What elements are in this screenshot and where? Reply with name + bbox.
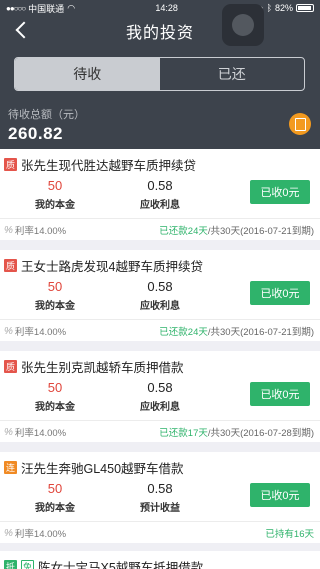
loan-title: 汪先生奔驰GL450越野车借款 [21, 462, 184, 476]
rate-icon: % [4, 325, 13, 337]
clock: 14:28 [155, 3, 178, 13]
expected-return-block: 0.58 预计收益 [138, 481, 182, 514]
mortgage-tag: 抵 [4, 560, 17, 569]
progress-term: /共30天(2016-07-21到期) [207, 226, 314, 237]
exempt-tag: 免 [21, 560, 34, 569]
loan-card[interactable]: 质 张先生现代胜达越野车质押续贷 50 我的本金 0.58 应收利息 已收0元 … [0, 149, 320, 240]
principal-value: 50 [47, 380, 63, 395]
pending-total-label: 待收总额（元） [8, 109, 85, 121]
signal-icon: ●●○○○ [6, 3, 26, 13]
tab-pending[interactable]: 待收 [15, 58, 160, 90]
interest-block: 0.58 应收利息 [138, 178, 182, 211]
battery-icon [296, 4, 314, 12]
continuous-tag: 连 [4, 461, 17, 474]
header-area: ●●○○○ 中国联通 ◠ 14:28 ◔ ᛒ 82% 我的投资 待收 已还 待收… [0, 0, 320, 149]
received-button[interactable]: 已收0元 [250, 180, 310, 204]
interest-block: 0.58 应收利息 [138, 279, 182, 312]
calculator-icon[interactable] [289, 113, 311, 135]
status-bar: ●●○○○ 中国联通 ◠ 14:28 ◔ ᛒ 82% [0, 0, 320, 16]
loan-card[interactable]: 抵 免 陈女士宝马X5越野车抵押借款 [0, 551, 320, 569]
progress-term: /共30天(2016-07-28到期) [207, 428, 314, 439]
interest-value: 0.58 [147, 380, 173, 395]
divider [0, 319, 320, 320]
pledge-tag: 质 [4, 259, 17, 272]
principal-value: 50 [47, 178, 63, 193]
principal-block: 50 我的本金 [33, 279, 77, 312]
tab-repaid[interactable]: 已还 [160, 58, 305, 90]
divider [0, 420, 320, 421]
bluetooth-icon: ᛒ [266, 3, 272, 13]
pledge-tag: 质 [4, 360, 17, 373]
interest-label: 应收利息 [140, 200, 180, 211]
interest-rate: 利率14.00% [14, 327, 67, 338]
interest-label: 应收利息 [140, 301, 180, 312]
progress-term: /共30天(2016-07-21到期) [207, 327, 314, 338]
loan-title: 陈女士宝马X5越野车抵押借款 [38, 561, 204, 569]
expected-return-label: 预计收益 [140, 503, 180, 514]
principal-label: 我的本金 [35, 301, 75, 312]
principal-value: 50 [47, 481, 63, 496]
received-button[interactable]: 已收0元 [250, 281, 310, 305]
expected-return-value: 0.58 [147, 481, 173, 496]
nav-bar: 我的投资 [0, 4, 320, 46]
divider [0, 521, 320, 522]
received-button[interactable]: 已收0元 [250, 483, 310, 507]
principal-block: 50 我的本金 [33, 481, 77, 514]
received-button[interactable]: 已收0元 [250, 382, 310, 406]
carrier-label: 中国联通 [28, 3, 65, 14]
loan-title: 张先生现代胜达越野车质押续贷 [21, 159, 197, 173]
holding-progress: 已持有16天 [265, 526, 314, 540]
pending-total-amount: 260.82 [8, 124, 63, 143]
rate-icon: % [4, 426, 13, 438]
rate-icon: % [4, 224, 13, 236]
pledge-tag: 质 [4, 158, 17, 171]
divider [0, 218, 320, 219]
interest-rate: 利率14.00% [14, 529, 67, 540]
principal-label: 我的本金 [35, 503, 75, 514]
page-title: 我的投资 [125, 25, 194, 42]
loan-card[interactable]: 质 张先生别克凯越轿车质押借款 50 我的本金 0.58 应收利息 已收0元 %… [0, 351, 320, 442]
repayment-progress: 已还款24天/共30天(2016-07-21到期) [159, 223, 314, 237]
interest-label: 应收利息 [140, 402, 180, 413]
holding-days: 已持有16天 [265, 529, 314, 540]
interest-rate: 利率14.00% [14, 428, 67, 439]
app-overlay-icon [222, 4, 264, 46]
interest-block: 0.58 应收利息 [138, 380, 182, 413]
principal-block: 50 我的本金 [33, 380, 77, 413]
interest-value: 0.58 [147, 279, 173, 294]
principal-block: 50 我的本金 [33, 178, 77, 211]
principal-label: 我的本金 [35, 402, 75, 413]
principal-label: 我的本金 [35, 200, 75, 211]
interest-rate: 利率14.00% [14, 226, 67, 237]
battery-percent: 82% [274, 3, 293, 13]
repayment-progress: 已还款24天/共30天(2016-07-21到期) [159, 324, 314, 338]
progress-days: 已还款24天 [159, 327, 208, 338]
repayment-progress: 已还款17天/共30天(2016-07-28到期) [159, 425, 314, 439]
back-icon[interactable] [10, 18, 34, 42]
progress-days: 已还款17天 [159, 428, 208, 439]
progress-days: 已还款24天 [159, 226, 208, 237]
loan-card[interactable]: 连 汪先生奔驰GL450越野车借款 50 我的本金 0.58 预计收益 已收0元… [0, 452, 320, 543]
principal-value: 50 [47, 279, 63, 294]
wifi-icon: ◠ [67, 2, 76, 13]
loan-card[interactable]: 质 王女士路虎发现4越野车质押续贷 50 我的本金 0.58 应收利息 已收0元… [0, 250, 320, 341]
tab-switch: 待收 已还 [14, 57, 305, 91]
loan-title: 王女士路虎发现4越野车质押续贷 [21, 260, 203, 274]
rate-icon: % [4, 527, 13, 539]
interest-value: 0.58 [147, 178, 173, 193]
loan-title: 张先生别克凯越轿车质押借款 [21, 361, 184, 375]
